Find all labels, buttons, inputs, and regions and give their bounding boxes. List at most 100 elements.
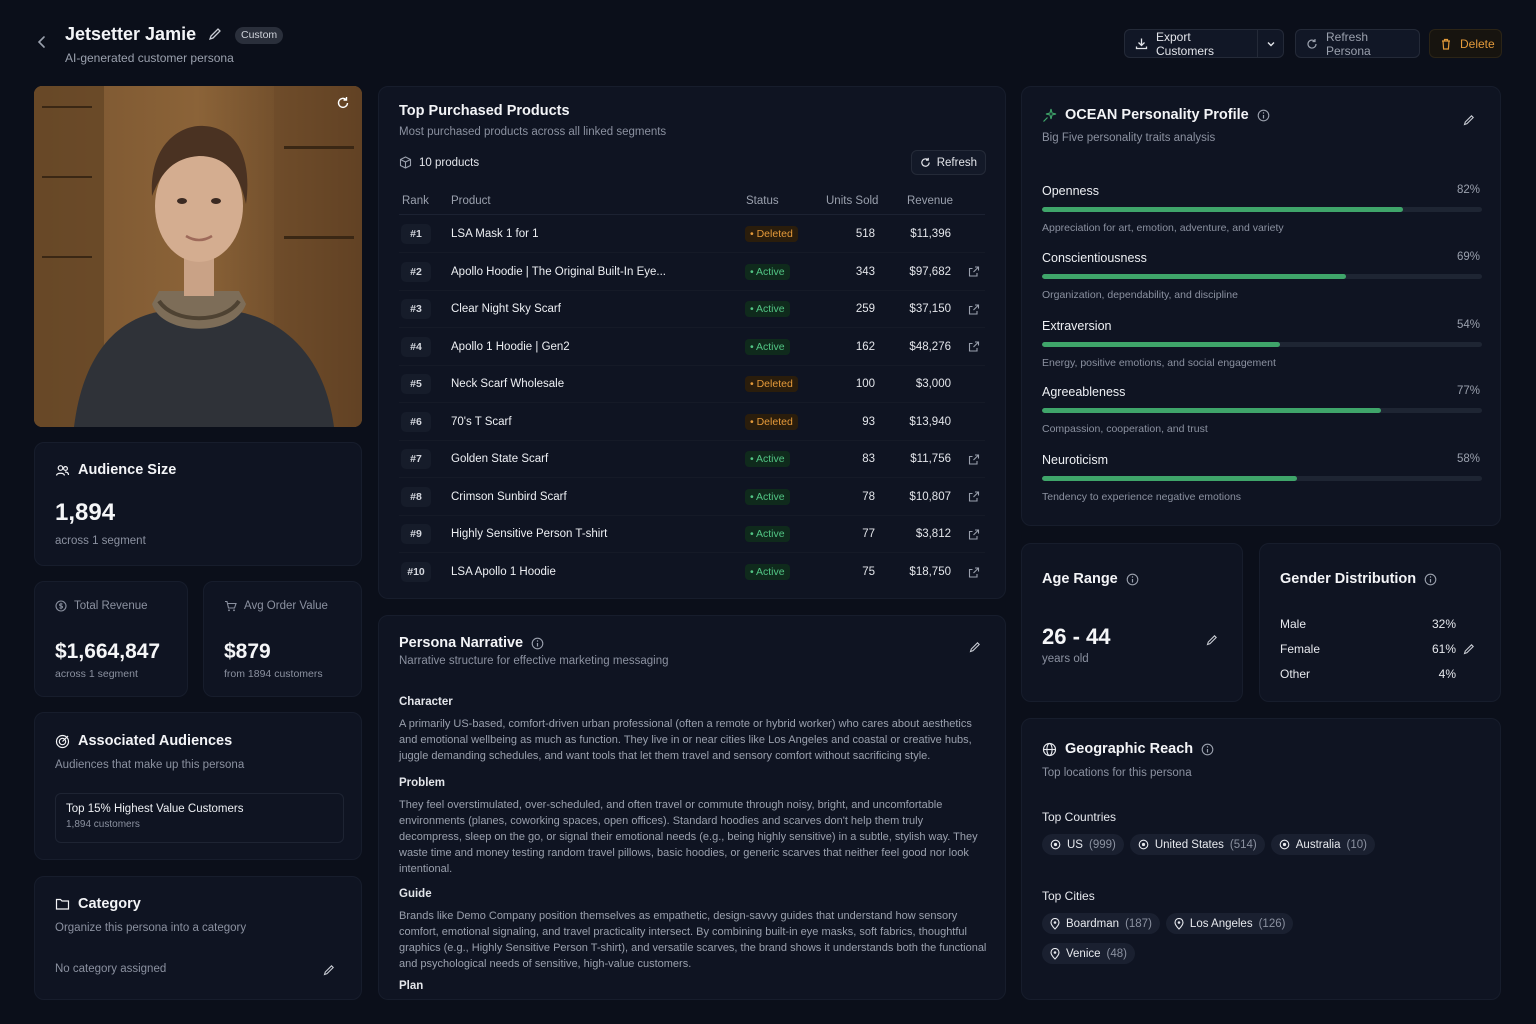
avg-order-value: $879 xyxy=(224,640,271,663)
product-name: Crimson Sunbird Scarf xyxy=(451,490,567,503)
product-rank: #3 xyxy=(401,299,431,319)
city-chip[interactable]: Boardman (187) xyxy=(1042,913,1160,934)
users-icon xyxy=(55,463,70,478)
trait-description: Tendency to experience negative emotions xyxy=(1042,491,1242,503)
trait-value: 82% xyxy=(1456,184,1480,196)
trait-value: 58% xyxy=(1456,453,1480,465)
city-chip[interactable]: Venice (48) xyxy=(1042,943,1135,964)
external-link-icon[interactable] xyxy=(967,265,980,278)
back-arrow-icon[interactable] xyxy=(34,34,50,50)
info-icon[interactable] xyxy=(1424,573,1437,586)
top-cities-label: Top Cities xyxy=(1042,889,1095,903)
refresh-products-button[interactable]: Refresh xyxy=(910,150,986,175)
product-rank: #8 xyxy=(401,486,431,507)
status-text: Active xyxy=(756,528,785,540)
product-row[interactable]: #3 Clear Night Sky Scarf • Active 259 $37,15… xyxy=(399,291,985,328)
product-row[interactable]: #8 Crimson Sunbird Scarf • Active 78 $10,807 xyxy=(399,479,985,516)
product-row[interactable]: #9 Highly Sensitive Person T-shirt • Activ… xyxy=(399,516,985,553)
audience-item-name: Top 15% Highest Value Customers xyxy=(66,803,244,815)
regenerate-photo-icon[interactable] xyxy=(336,96,350,110)
age-value: 26 - 44 xyxy=(1042,624,1111,649)
product-row[interactable]: #4 Apollo 1 Hoodie | Gen2 • Active 162 $48,2… xyxy=(399,329,985,366)
trait-bar-fill xyxy=(1042,342,1280,347)
city-chip[interactable]: Los Angeles (126) xyxy=(1165,913,1294,934)
product-row[interactable]: #1 LSA Mask 1 for 1 • Deleted 518 $11,396 xyxy=(399,216,985,253)
associated-audiences-subtitle: Audiences that make up this persona xyxy=(55,759,245,771)
product-row[interactable]: #10 LSA Apollo 1 Hoodie • Active 75 $18,750 xyxy=(399,554,985,591)
narrative-plan-heading: Plan xyxy=(399,980,424,992)
country-count: (999) xyxy=(1088,838,1116,851)
products-table-header: Rank Product Status Units Sold Revenue xyxy=(399,191,985,215)
category-value: No category assigned xyxy=(55,963,167,975)
product-row[interactable]: #2 Apollo Hoodie | The Original Built-In … xyxy=(399,254,985,291)
top-products-card: Top Purchased Products Most purchased pr… xyxy=(378,86,1006,599)
edit-narrative-icon[interactable] xyxy=(969,641,981,653)
country-chip[interactable]: United States (514) xyxy=(1129,834,1265,855)
gender-row-other: Other 4% xyxy=(1280,667,1456,681)
gender-row-male: Male 32% xyxy=(1280,617,1456,631)
status-text: Active xyxy=(756,265,785,278)
geo-heading: Geographic Reach xyxy=(1042,741,1214,757)
product-revenue: $13,940 xyxy=(909,415,951,428)
city-count: (126) xyxy=(1258,917,1286,930)
trait-description: Energy, positive emotions, and social en… xyxy=(1042,357,1276,369)
edit-category-icon[interactable] xyxy=(322,963,335,976)
trait-description: Appreciation for art, emotion, adventure… xyxy=(1042,222,1284,234)
info-icon[interactable] xyxy=(1126,573,1139,586)
refresh-icon xyxy=(1306,38,1318,50)
export-options-button[interactable] xyxy=(1257,29,1284,58)
gender-row-female: Female 61% xyxy=(1280,642,1456,656)
external-link-icon[interactable] xyxy=(967,528,980,541)
export-customers-button[interactable]: Export Customers xyxy=(1124,29,1258,58)
edit-age-icon[interactable] xyxy=(1206,634,1218,646)
city-name: Boardman xyxy=(1066,917,1120,930)
product-units: 93 xyxy=(862,415,875,428)
narrative-problem-text: They feel overstimulated, over-scheduled… xyxy=(399,799,978,875)
trait-value: 69% xyxy=(1456,251,1480,263)
info-icon[interactable] xyxy=(1201,743,1214,756)
product-revenue: $97,682 xyxy=(909,265,951,278)
edit-title-icon[interactable] xyxy=(208,27,222,41)
status-text: Active xyxy=(756,490,785,503)
product-row[interactable]: #7 Golden State Scarf • Active 83 $11,756 xyxy=(399,441,985,478)
country-chip[interactable]: US (999) xyxy=(1042,834,1124,855)
product-units: 78 xyxy=(862,490,875,503)
avg-order-heading: Avg Order Value xyxy=(224,600,328,612)
product-name: Highly Sensitive Person T-shirt xyxy=(451,528,608,540)
trash-icon xyxy=(1440,38,1452,50)
total-revenue-value: $1,664,847 xyxy=(55,640,161,663)
trait-bar-fill xyxy=(1042,274,1346,279)
status-text: Deleted xyxy=(756,228,793,240)
city-count: (187) xyxy=(1125,917,1152,930)
edit-gender-icon[interactable] xyxy=(1463,643,1475,655)
delete-button[interactable]: Delete xyxy=(1429,29,1502,58)
country-chip[interactable]: Australia (10) xyxy=(1270,834,1375,855)
product-revenue: $3,812 xyxy=(915,528,951,540)
product-row[interactable]: #5 Neck Scarf Wholesale • Deleted 100 $3,000 xyxy=(399,366,985,403)
status-badge: • Active xyxy=(745,526,790,542)
audience-item[interactable]: Top 15% Highest Value Customers 1,894 cu… xyxy=(55,793,344,843)
external-link-icon[interactable] xyxy=(967,340,980,353)
custom-badge: Custom xyxy=(235,27,284,44)
external-link-icon[interactable] xyxy=(967,303,980,316)
city-count: (48) xyxy=(1106,947,1127,960)
category-subtitle: Organize this persona into a category xyxy=(55,922,247,934)
country-count: (514) xyxy=(1229,838,1257,851)
external-link-icon[interactable] xyxy=(967,566,980,579)
status-text: Active xyxy=(756,340,785,353)
refresh-persona-button[interactable]: Refresh Persona xyxy=(1295,29,1420,58)
refresh-products-label: Refresh xyxy=(936,156,977,169)
external-link-icon[interactable] xyxy=(967,490,980,503)
info-icon[interactable] xyxy=(531,637,544,650)
product-name: 70's T Scarf xyxy=(451,415,512,428)
audience-size-caption: across 1 segment xyxy=(55,535,146,547)
external-link-icon[interactable] xyxy=(967,453,980,466)
status-badge: • Active xyxy=(745,263,790,280)
product-row[interactable]: #6 70's T Scarf • Deleted 93 $13,940 xyxy=(399,404,985,441)
status-badge: • Active xyxy=(745,488,790,505)
gender-label: Male xyxy=(1280,617,1307,631)
status-text: Deleted xyxy=(756,378,793,390)
audience-size-heading: Audience Size xyxy=(55,462,176,478)
top-products-title: Top Purchased Products xyxy=(399,103,570,119)
product-name: Neck Scarf Wholesale xyxy=(451,378,565,390)
